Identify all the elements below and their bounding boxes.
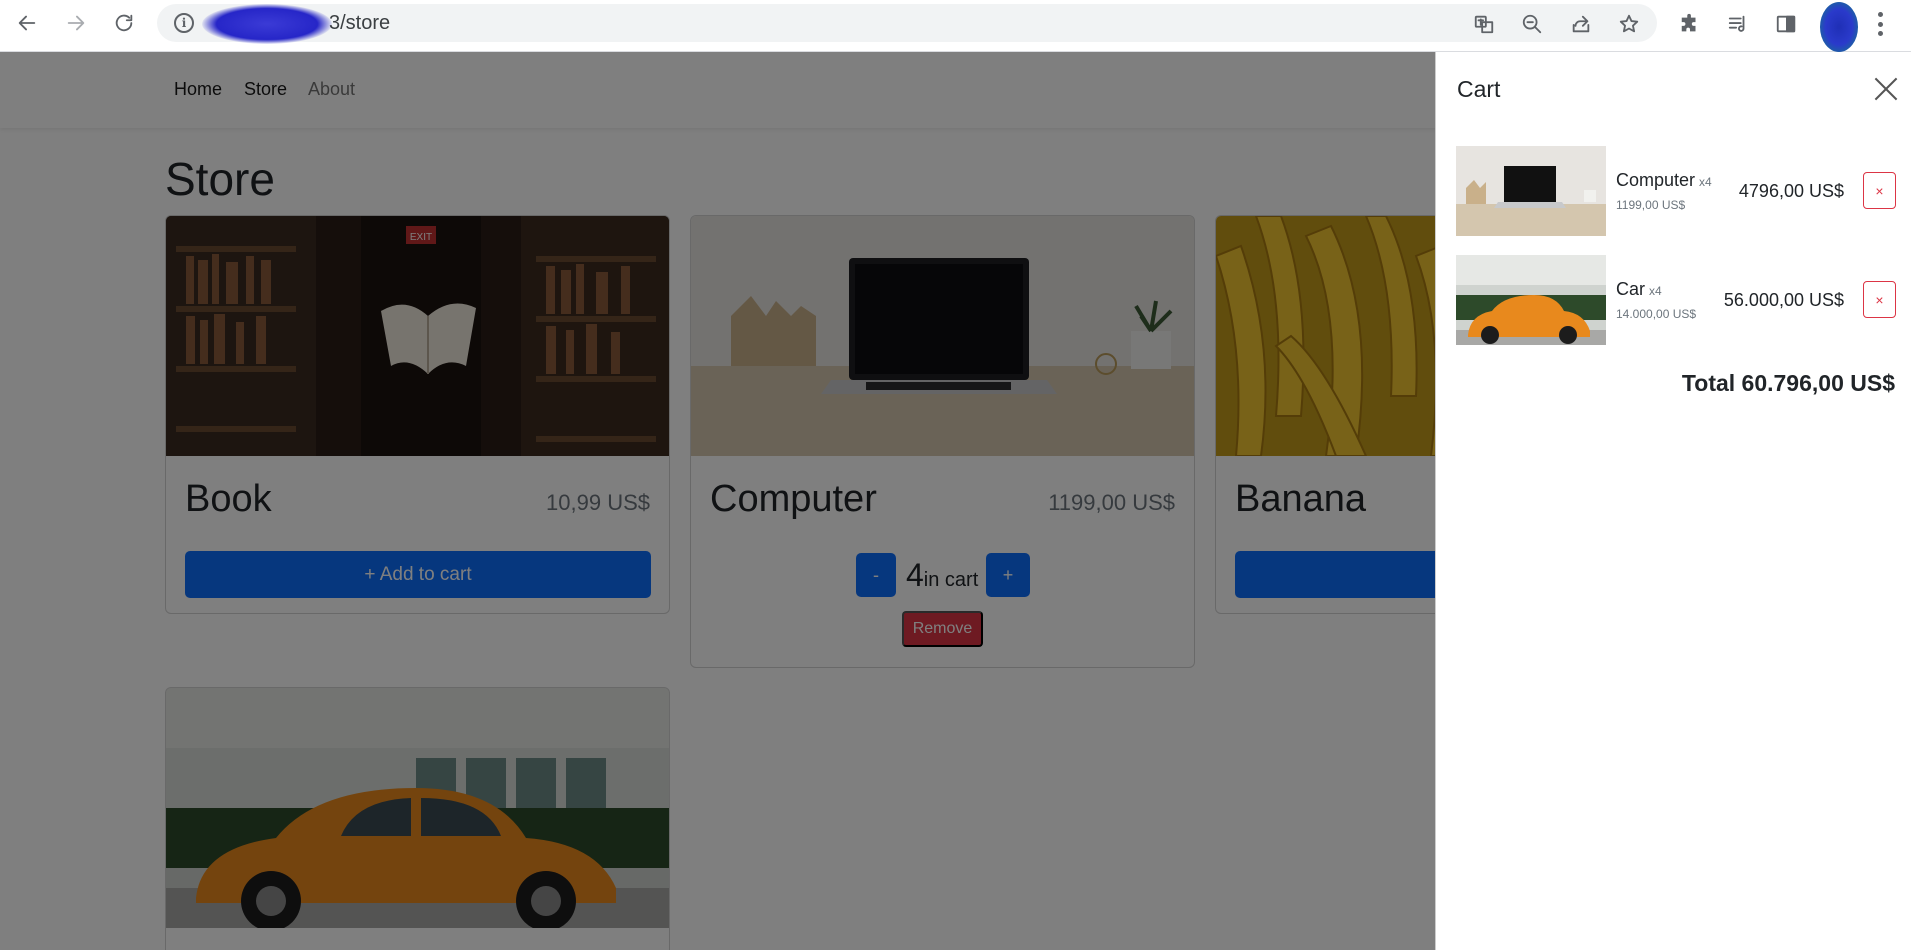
cart-item: Car x4 14.000,00 US$ 56.000,00 US$ ×: [1456, 255, 1896, 345]
cart-item-unit-price: 1199,00 US$: [1616, 198, 1686, 212]
cart-item-image: [1456, 255, 1606, 345]
translate-icon[interactable]: [1471, 11, 1497, 37]
extensions-icon[interactable]: [1677, 11, 1703, 37]
address-bar[interactable]: i 3/store: [157, 4, 1657, 44]
cart-total: Total 60.796,00 US$: [1681, 370, 1895, 396]
remove-item-button[interactable]: ×: [1863, 281, 1896, 318]
cart-item-quantity: x4: [1649, 284, 1662, 298]
forward-arrow-icon[interactable]: [62, 9, 90, 37]
cart-item-name-row: Computer x4: [1616, 170, 1712, 191]
cart-title: Cart: [1457, 76, 1501, 102]
remove-item-button[interactable]: ×: [1863, 172, 1896, 209]
url-text: 3/store: [329, 11, 391, 34]
profile-avatar[interactable]: [1820, 2, 1858, 52]
browser-toolbar: i 3/store: [0, 0, 1911, 52]
cart-offcanvas: Cart Computer x4 1199,00 US$ 4796,00 US$ …: [1435, 52, 1911, 950]
share-icon[interactable]: [1568, 11, 1594, 37]
redaction-scribble: [202, 4, 332, 44]
page-viewport: Home Store About Store: [0, 52, 1911, 950]
cart-item-line-total: 4796,00 US$: [1738, 181, 1844, 201]
zoom-out-icon[interactable]: [1519, 11, 1545, 37]
cart-item-line-total: 56.000,00 US$: [1723, 290, 1844, 310]
cart-item: Computer x4 1199,00 US$ 4796,00 US$ ×: [1456, 146, 1896, 236]
more-menu-icon[interactable]: [1875, 12, 1885, 36]
star-icon[interactable]: [1616, 11, 1642, 37]
cart-item-name-row: Car x4: [1616, 279, 1662, 300]
cart-item-name: Car: [1616, 279, 1646, 299]
cart-item-image: [1456, 146, 1606, 236]
cart-item-unit-price: 14.000,00 US$: [1616, 307, 1697, 321]
site-info-icon[interactable]: i: [174, 13, 194, 33]
cart-item-name: Computer: [1616, 170, 1696, 190]
back-arrow-icon[interactable]: [13, 9, 41, 37]
close-icon[interactable]: [1873, 76, 1899, 102]
side-panel-icon[interactable]: [1773, 11, 1799, 37]
media-icon[interactable]: [1725, 11, 1751, 37]
cart-item-quantity: x4: [1699, 175, 1712, 189]
reload-icon[interactable]: [110, 9, 138, 37]
